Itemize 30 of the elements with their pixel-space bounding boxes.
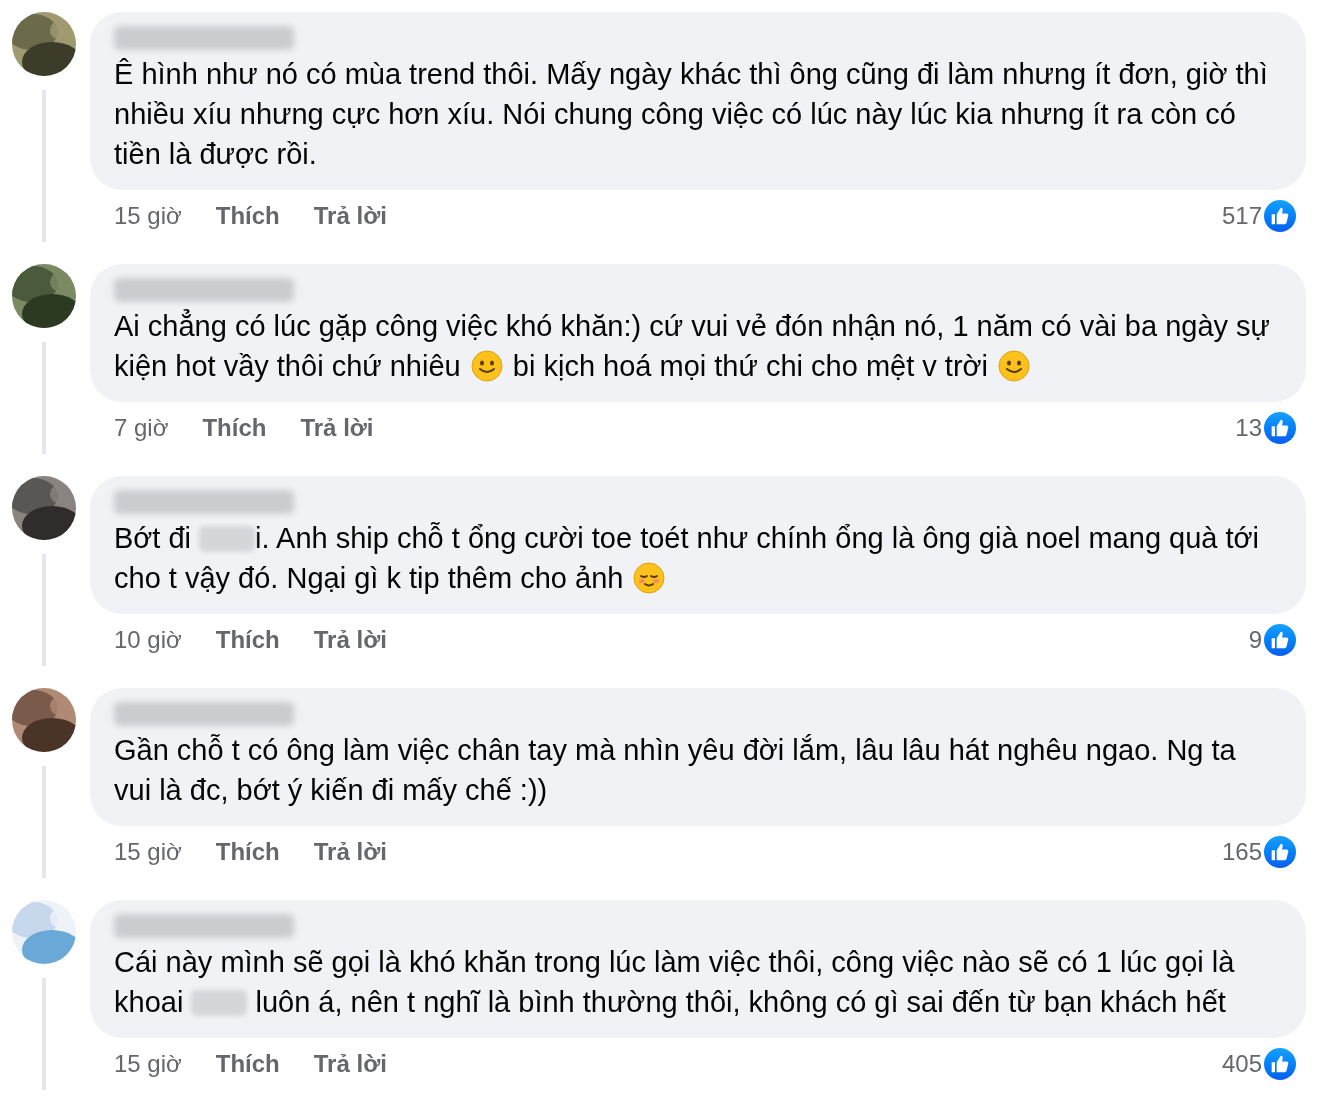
reaction-count: 165 — [1221, 837, 1262, 867]
comment-text: Bớt đi i. Anh ship chỗ t ổng cười toe toét như chính ổng là ông già noel mang quà tới cho t vậy đó. Ngại gì k tip thêm cho ảnh — [114, 521, 1261, 596]
comment-text: Cái này mình sẽ gọi là khó khăn trong lúc làm việc thôi, công việc nào sẽ có 1 lúc gọi là khoai luôn á, nên t nghĩ là bình thường thôi, không có gì sai đến từ bạn khách hết — [114, 945, 1236, 1020]
like-link[interactable]: Thích — [215, 1046, 280, 1082]
like-link[interactable]: Thích — [215, 622, 280, 658]
comment-text: Ê hình như nó có mùa trend thôi. Mấy ngày khác thì ông cũng đi làm nhưng ít đơn, giờ thì nhiều xíu nhưng cực hơn xíu. Nói chung công việc có lúc này lúc kia nhưng ít ra còn có tiền là được rồi. — [114, 57, 1269, 172]
comment-text: Gần chỗ t có ông làm việc chân tay mà nhìn yêu đời lắm, lâu lâu hát nghêu ngao. Ng ta vui là đc, bớt ý kiến đi mấy chế :)) — [114, 733, 1237, 808]
reply-link[interactable]: Trả lời — [313, 1046, 387, 1082]
reply-link[interactable]: Trả lời — [313, 198, 387, 234]
like-link[interactable]: Thích — [215, 834, 280, 870]
comment-time: 10 giờ — [114, 625, 182, 655]
smile-emoji-icon — [998, 350, 1031, 382]
reaction-count: 517 — [1221, 201, 1262, 231]
reaction-count: 13 — [1235, 413, 1262, 443]
like-link[interactable]: Thích — [202, 410, 267, 446]
comment-text: Ai chẳng có lúc gặp công việc khó khăn:) cứ vui vẻ đón nhận nó, 1 năm có vài ba ngày sự kiện hot vầy thôi chứ nhiêu bi kịch hoá mọi thứ chi cho mệt v trời — [114, 308, 1272, 384]
reaction-count: 405 — [1221, 1049, 1262, 1079]
comment-time: 7 giờ — [114, 413, 169, 443]
reaction-count: 9 — [1248, 625, 1262, 655]
blurred-text — [199, 526, 256, 552]
comment-time: 15 giờ — [114, 1049, 182, 1079]
smile-emoji-icon — [470, 350, 503, 382]
comment-time: 15 giờ — [114, 201, 182, 231]
comment-time: 15 giờ — [114, 837, 182, 867]
reply-link[interactable]: Trả lời — [313, 622, 387, 658]
like-link[interactable]: Thích — [215, 198, 280, 234]
reply-link[interactable]: Trả lời — [300, 410, 374, 446]
relieved-emoji-icon — [633, 562, 666, 594]
reply-link[interactable]: Trả lời — [313, 834, 387, 870]
blurred-text — [191, 990, 248, 1016]
